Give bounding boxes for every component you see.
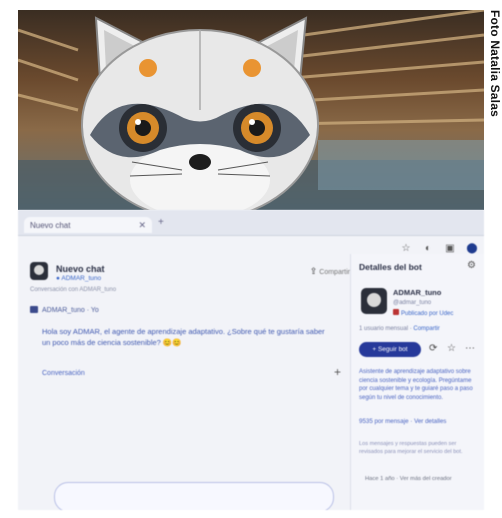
plus-icon[interactable]: + xyxy=(334,365,341,379)
tab-label: Nuevo chat xyxy=(30,221,71,230)
browser-tab-bar: Nuevo chat ✕ + xyxy=(18,210,484,236)
sync-icon[interactable]: ⟳ xyxy=(429,343,437,354)
sidebar-icon[interactable]: ▣ xyxy=(444,243,456,254)
star-icon[interactable]: ☆ xyxy=(400,243,412,254)
chat-header: Nuevo chat ● ADMAR_tuno Conversación con… xyxy=(30,260,350,300)
details-title: Detalles del bot xyxy=(359,262,422,272)
close-icon[interactable]: ✕ xyxy=(138,220,146,231)
account-icon[interactable]: ⬤ xyxy=(466,243,478,254)
owner-icon xyxy=(393,309,399,315)
plus-icon[interactable]: + xyxy=(158,217,164,228)
more-icon[interactable]: ⋯ xyxy=(465,343,475,354)
chat-title: Nuevo chat xyxy=(56,264,105,274)
message-author: ADMAR_tuno · Yo xyxy=(30,306,99,314)
stat-prefix: 9535 por mensaje · xyxy=(359,418,413,425)
chat-input[interactable] xyxy=(54,482,334,510)
bot-handle: @admar_tuno xyxy=(393,300,432,306)
meta-link[interactable]: Compartir xyxy=(413,326,439,332)
share-label: Compartir xyxy=(319,269,350,276)
bot-name: ADMAR_tuno xyxy=(393,288,442,297)
app-screen: Nuevo chat ✕ + ☆ ◐ ▣ ⬤ Nuevo chat ● ADMA… xyxy=(18,210,484,510)
photo-banner xyxy=(18,10,484,210)
chat-panel: Nuevo chat ● ADMAR_tuno Conversación con… xyxy=(26,254,356,504)
photo-credit: Foto Natalia Salas xyxy=(488,10,502,117)
bot-details-panel: Detalles del bot ⚙ ADMAR_tuno @admar_tun… xyxy=(350,254,484,510)
stat-link[interactable]: Ver detalles xyxy=(414,418,446,425)
avatar xyxy=(30,262,48,280)
bot-stats: 9535 por mensaje · Ver detalles xyxy=(359,418,446,425)
follow-bot-button[interactable]: + Seguir bot xyxy=(359,342,421,357)
share-button[interactable]: ⇪ Compartir xyxy=(310,266,350,277)
bot-owner[interactable]: Publicado por Udec xyxy=(393,309,453,317)
owner-label: Publicado por Udec xyxy=(401,311,454,317)
chat-subtitle[interactable]: ● ADMAR_tuno xyxy=(56,275,101,282)
chat-subtitle-secondary: Conversación con ADMAR_tuno xyxy=(30,287,117,293)
share-icon: ⇪ xyxy=(309,266,318,276)
bot-footer: Hace 1 año · Ver más del creador xyxy=(365,476,452,482)
circle-icon[interactable]: ◐ xyxy=(422,243,434,254)
star-icon[interactable]: ☆ xyxy=(447,343,456,354)
meta-prefix: 1 usuario mensual · xyxy=(359,326,412,332)
browser-tab[interactable]: Nuevo chat ✕ xyxy=(24,217,152,233)
bot-note: Los mensajes y respuestas pueden ser rev… xyxy=(359,441,463,455)
author-name: ADMAR_tuno · Yo xyxy=(42,307,99,314)
user-icon xyxy=(30,306,38,313)
raccoon-mascot-icon xyxy=(18,10,484,210)
conversation-link[interactable]: Conversación xyxy=(42,370,85,377)
chat-message: Hola soy ADMAR, el agente de aprendizaje… xyxy=(42,327,325,347)
bot-avatar xyxy=(361,288,387,314)
bot-meta: 1 usuario mensual · Compartir xyxy=(359,326,440,332)
gear-icon[interactable]: ⚙ xyxy=(467,260,476,271)
bot-description: Asistente de aprendizaje adaptativo sobr… xyxy=(359,369,473,401)
